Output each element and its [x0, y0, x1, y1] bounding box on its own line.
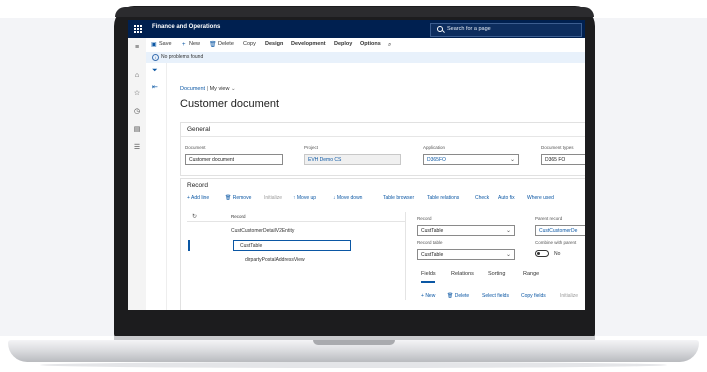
- chevron-down-icon: ⌄: [509, 157, 515, 163]
- select-fields-button[interactable]: Select fields: [482, 293, 509, 299]
- project-label: Project: [304, 145, 319, 150]
- hamburger-icon[interactable]: ≡: [133, 44, 141, 52]
- field-new-button[interactable]: + New: [421, 293, 435, 299]
- filter-icon[interactable]: ⏷: [152, 67, 158, 75]
- chevron-down-icon: ⌄: [505, 228, 511, 234]
- copy-fields-button[interactable]: Copy fields: [521, 293, 546, 299]
- field-initialize-button[interactable]: Initialize: [560, 293, 578, 299]
- application-label: Application: [423, 145, 446, 150]
- where-used-button[interactable]: Where used: [527, 195, 554, 201]
- search-placeholder: Search for a page: [447, 26, 491, 32]
- active-tab-indicator: [421, 281, 435, 283]
- general-header[interactable]: General: [187, 126, 210, 133]
- search-icon: [437, 26, 443, 32]
- tree-item[interactable]: CustCustomerDetailV2Entity: [231, 228, 294, 234]
- development-tab[interactable]: Development: [291, 41, 326, 47]
- laptop-shadow: [40, 362, 667, 368]
- tree-column-header: Record: [231, 214, 246, 219]
- filter-rail: ⏷ ⇤: [146, 63, 167, 310]
- save-icon: ▣: [151, 42, 157, 48]
- action-pane: ▣ Save + New 🗑 Delete Copy Design Develo…: [146, 38, 585, 53]
- document-field[interactable]: Customer document: [185, 154, 283, 165]
- record-section: Record + Add line 🗑 Remove Initialize ↑ …: [180, 178, 585, 310]
- design-tab[interactable]: Design: [265, 41, 283, 47]
- remove-button[interactable]: 🗑 Remove: [225, 195, 251, 201]
- record-table-select[interactable]: CustTable ⌄: [417, 249, 515, 260]
- chevron-down-icon[interactable]: ⌄: [231, 86, 236, 92]
- top-nav-bar: Finance and Operations Search for a page: [128, 20, 585, 38]
- page-title: Customer document: [180, 98, 280, 110]
- deploy-tab[interactable]: Deploy: [334, 41, 352, 47]
- save-button[interactable]: Save: [159, 41, 172, 47]
- tree-item-selected[interactable]: CustTable: [233, 240, 351, 251]
- delete-icon: 🗑: [209, 42, 217, 48]
- tab-relations[interactable]: Relations: [451, 271, 474, 277]
- record-tree: ↻ Record CustCustomerDetailV2Entity Cust…: [187, 212, 406, 300]
- toolbar-search-icon[interactable]: ⌕: [388, 42, 391, 48]
- combine-label: Combine with parent: [535, 240, 577, 245]
- project-value: EVH Demo CS: [308, 157, 342, 163]
- application-value: D365FO: [427, 157, 446, 163]
- workspace-icon[interactable]: ▤: [133, 126, 141, 134]
- clock-icon[interactable]: ◷: [133, 108, 141, 116]
- new-button[interactable]: New: [189, 41, 200, 47]
- add-line-button[interactable]: + Add line: [187, 195, 209, 201]
- record-select[interactable]: CustTable ⌄: [417, 225, 515, 236]
- tab-sorting[interactable]: Sorting: [488, 271, 505, 277]
- parent-record-label: Parent record: [535, 216, 563, 221]
- delete-button[interactable]: Delete: [218, 41, 234, 47]
- view-selector[interactable]: My view: [210, 86, 230, 92]
- info-icon: i: [152, 54, 159, 61]
- new-icon: +: [182, 42, 186, 48]
- combine-value: No: [554, 251, 561, 257]
- refresh-icon[interactable]: ↻: [192, 213, 197, 220]
- breadcrumb-separator: |: [206, 86, 209, 92]
- app-title: Finance and Operations: [152, 24, 221, 30]
- document-types-label: Document types: [541, 145, 574, 150]
- check-button[interactable]: Check: [475, 195, 489, 201]
- document-types-field[interactable]: D365 FO: [541, 154, 585, 165]
- message-bar: i No problems found: [146, 52, 585, 63]
- project-field[interactable]: EVH Demo CS: [304, 154, 401, 165]
- modules-icon[interactable]: ☰: [133, 144, 141, 152]
- message-text: No problems found: [161, 54, 204, 60]
- tree-header: ↻ Record: [187, 212, 405, 222]
- move-up-button[interactable]: ↑ Move up: [293, 195, 316, 201]
- document-label: Document: [185, 145, 206, 150]
- laptop-notch: [313, 340, 395, 345]
- home-icon[interactable]: ⌂: [133, 72, 141, 80]
- general-section: General Document Customer document Proje…: [180, 122, 585, 176]
- pane-toggle-icon[interactable]: ⇤: [152, 83, 158, 91]
- selection-indicator: [188, 240, 190, 251]
- tab-fields[interactable]: Fields: [421, 271, 436, 277]
- initialize-button[interactable]: Initialize: [264, 195, 282, 201]
- record-table-label: Record table: [417, 240, 443, 245]
- tab-range[interactable]: Range: [523, 271, 539, 277]
- app-screen: Finance and Operations Search for a page…: [128, 20, 585, 310]
- record-label: Record: [417, 216, 432, 221]
- table-browser-button[interactable]: Table browser: [383, 195, 414, 201]
- options-tab[interactable]: Options: [360, 41, 381, 47]
- app-launcher-icon[interactable]: [134, 25, 142, 33]
- combine-toggle[interactable]: [535, 250, 549, 257]
- tree-item[interactable]: dirpartyPostalAddressView: [245, 257, 305, 263]
- table-relations-button[interactable]: Table relations: [427, 195, 459, 201]
- move-down-button[interactable]: ↓ Move down: [333, 195, 362, 201]
- copy-button[interactable]: Copy: [243, 41, 256, 47]
- star-icon[interactable]: ☆: [133, 90, 141, 98]
- parent-record-field[interactable]: CustCustomerDe: [535, 225, 585, 236]
- breadcrumb: Document | My view ⌄: [180, 86, 236, 92]
- application-select[interactable]: D365FO ⌄: [423, 154, 519, 165]
- auto-fix-button[interactable]: Auto fix: [498, 195, 515, 201]
- breadcrumb-root[interactable]: Document: [180, 86, 205, 92]
- search-box[interactable]: Search for a page: [430, 23, 582, 37]
- chevron-down-icon: ⌄: [505, 252, 511, 258]
- record-header[interactable]: Record: [187, 182, 208, 189]
- nav-rail: ≡ ⌂ ☆ ◷ ▤ ☰: [128, 38, 147, 310]
- field-delete-button[interactable]: 🗑 Delete: [447, 293, 469, 299]
